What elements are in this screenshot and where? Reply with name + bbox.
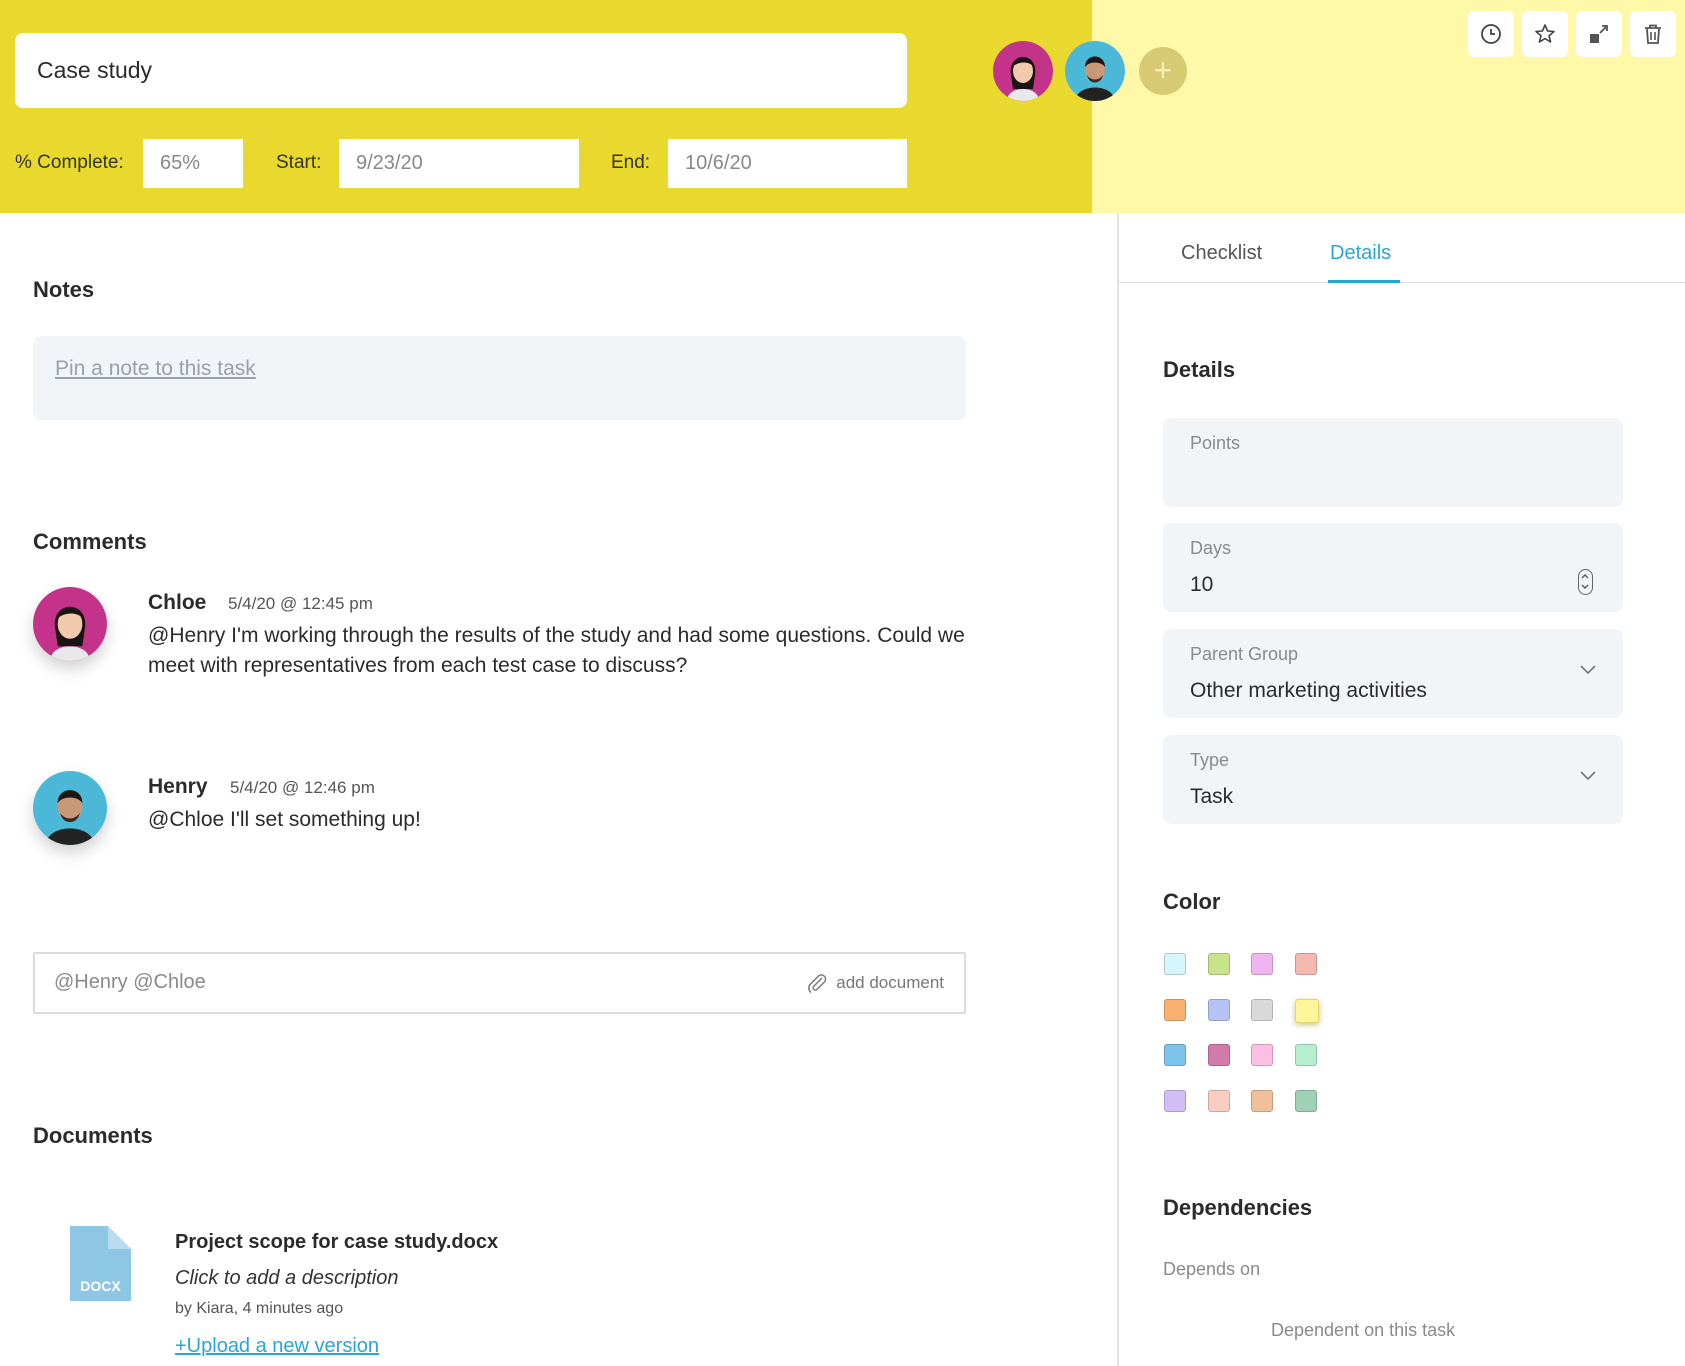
color-swatch[interactable] — [1294, 1089, 1317, 1112]
comment-timestamp: 5/4/20 @ 12:46 pm — [230, 778, 375, 797]
comment-avatar-chloe — [33, 587, 107, 661]
start-date-input[interactable]: 9/23/20 — [339, 139, 579, 188]
color-heading: Color — [1163, 889, 1221, 914]
add-document-label: add document — [836, 973, 944, 992]
expand-button[interactable] — [1576, 11, 1622, 57]
color-swatch[interactable] — [1164, 1089, 1186, 1112]
type-value: Task — [1190, 785, 1234, 808]
file-type-label: DOCX — [80, 1278, 121, 1294]
type-label: Type — [1190, 750, 1230, 770]
notes-box[interactable]: Pin a note to this task — [33, 336, 966, 420]
docx-file-icon[interactable]: DOCX — [70, 1226, 131, 1301]
notes-heading: Notes — [33, 277, 95, 302]
color-swatch[interactable] — [1251, 998, 1273, 1021]
end-date-input[interactable]: 10/6/20 — [668, 139, 907, 188]
comments-heading: Comments — [33, 529, 147, 554]
type-select[interactable]: Type Task — [1163, 735, 1623, 824]
chevron-down-icon — [1580, 771, 1596, 781]
color-swatch[interactable] — [1294, 1044, 1317, 1066]
days-label: Days — [1190, 538, 1232, 558]
tab-checklist[interactable]: Checklist — [1181, 242, 1262, 265]
percent-complete-label: % Complete: — [15, 152, 124, 173]
comment-author: Henry — [148, 775, 208, 798]
days-value: 10 — [1190, 573, 1214, 596]
color-swatch[interactable] — [1164, 998, 1186, 1021]
parent-group-label: Parent Group — [1190, 644, 1299, 664]
color-swatch[interactable] — [1207, 998, 1230, 1021]
comment-timestamp: 5/4/20 @ 12:45 pm — [228, 594, 373, 613]
add-member-button[interactable]: + — [1139, 47, 1187, 95]
depends-on-label: Depends on — [1163, 1259, 1261, 1279]
task-title-input[interactable]: Case study — [15, 33, 907, 108]
comment-text: @Chloe I'll set something up! — [148, 808, 421, 831]
color-swatch[interactable] — [1207, 953, 1230, 975]
trash-icon — [1645, 24, 1661, 44]
upload-new-version-link[interactable]: +Upload a new version — [175, 1335, 379, 1358]
tab-details[interactable]: Details — [1330, 242, 1391, 265]
color-swatch[interactable] — [1294, 998, 1319, 1023]
delete-button[interactable] — [1630, 11, 1676, 57]
start-date-label: Start: — [276, 152, 322, 173]
color-swatch[interactable] — [1164, 1044, 1186, 1066]
tabs-divider — [1119, 282, 1685, 283]
comment-avatar-henry — [33, 771, 107, 845]
star-icon — [1535, 24, 1555, 43]
document-description[interactable]: Click to add a description — [175, 1267, 398, 1290]
comment-input-value: @Henry @Chloe — [54, 971, 206, 993]
active-tab-indicator — [1328, 280, 1400, 283]
points-field[interactable]: Points — [1163, 418, 1623, 507]
end-date-label: End: — [611, 152, 651, 173]
color-swatch[interactable] — [1251, 953, 1273, 975]
color-swatch[interactable] — [1164, 953, 1186, 975]
days-stepper[interactable] — [1578, 569, 1593, 595]
comment-input[interactable]: @Henry @Chloe add document — [33, 952, 966, 1014]
parent-group-value: Other marketing activities — [1190, 679, 1427, 702]
dependent-on-this-task-label: Dependent on this task — [1271, 1320, 1456, 1340]
details-heading: Details — [1163, 357, 1236, 382]
assignee-avatar-henry[interactable] — [1065, 41, 1125, 101]
assignee-avatar-chloe[interactable] — [993, 41, 1053, 101]
stepper-arrows-icon — [1581, 574, 1589, 589]
color-swatch[interactable] — [1251, 1089, 1273, 1112]
add-document-button[interactable]: add document — [806, 972, 944, 994]
color-swatch[interactable] — [1251, 1044, 1273, 1066]
chevron-down-icon — [1580, 665, 1596, 675]
percent-complete-input[interactable]: 65% — [143, 139, 243, 188]
pin-note-link[interactable]: Pin a note to this task — [55, 357, 256, 381]
comment-author: Chloe — [148, 591, 207, 614]
dependencies-heading: Dependencies — [1163, 1195, 1313, 1220]
favorite-button[interactable] — [1522, 11, 1568, 57]
color-swatch[interactable] — [1207, 1089, 1230, 1112]
expand-icon — [1590, 25, 1608, 43]
days-field[interactable]: Days 10 — [1163, 523, 1623, 612]
document-name[interactable]: Project scope for case study.docx — [175, 1231, 498, 1254]
color-swatch[interactable] — [1294, 953, 1317, 975]
history-button[interactable] — [1468, 11, 1514, 57]
points-label: Points — [1190, 433, 1241, 453]
history-icon — [1481, 24, 1501, 44]
color-swatch[interactable] — [1207, 1044, 1230, 1066]
paperclip-icon — [808, 974, 827, 993]
panel-divider — [1117, 213, 1119, 1366]
comment-text: @Henry I'm working through the results o… — [148, 624, 965, 677]
parent-group-select[interactable]: Parent Group Other marketing activities — [1163, 629, 1623, 718]
documents-heading: Documents — [33, 1123, 153, 1148]
document-meta: by Kiara, 4 minutes ago — [175, 1300, 344, 1317]
